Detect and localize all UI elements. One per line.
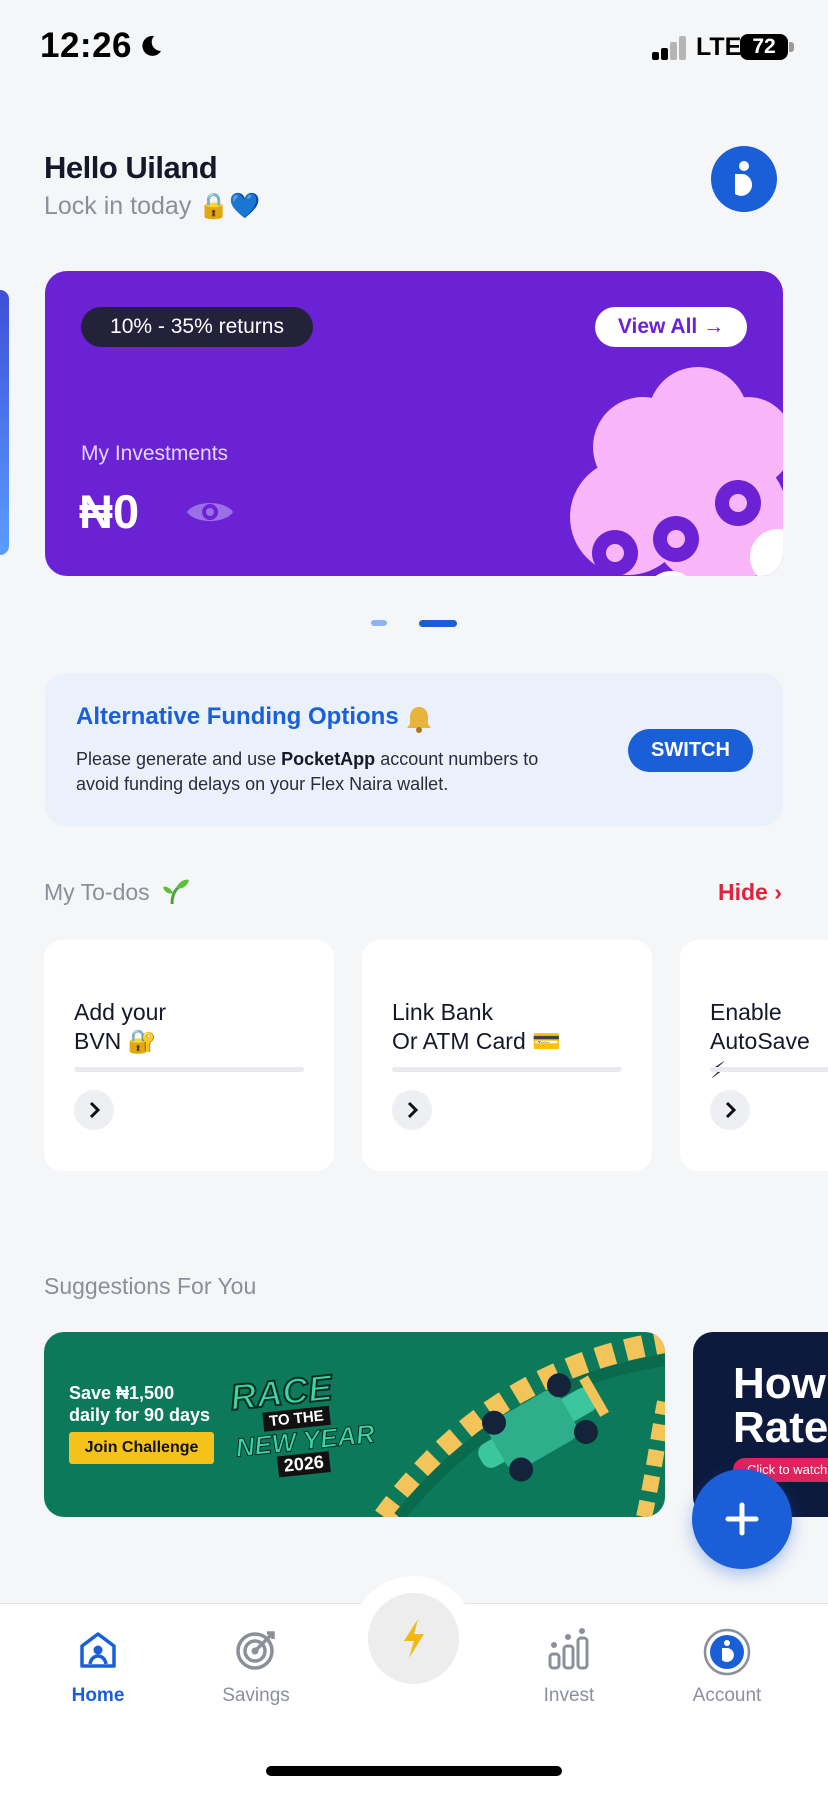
investments-amount: ₦0 [79,485,140,538]
investments-card[interactable]: 10% - 35% returns View All → My Investme… [45,271,783,576]
join-challenge-button[interactable]: Join Challenge [69,1432,214,1464]
sprout-icon [163,879,189,904]
investments-label: My Investments [81,442,229,465]
todo-card-link-bank[interactable]: Link Bank Or ATM Card 💳 [362,940,652,1171]
add-fab-button[interactable] [692,1469,792,1569]
greeting: Hello Uiland [44,150,218,185]
previous-card-peek[interactable] [0,290,9,555]
profile-avatar-button[interactable] [711,146,777,212]
banner-save-text: Save ₦1,500 daily for 90 days [69,1383,211,1425]
funding-options-card: Alternative Funding Options Please gener… [45,673,783,826]
suggestions-title: Suggestions For You [44,1273,257,1299]
funding-description: Please generate and use PocketApp accoun… [76,749,539,794]
quick-action-button[interactable] [368,1593,459,1684]
user-icon [735,161,753,196]
carousel-dot-active[interactable] [419,620,457,627]
bell-icon [407,707,431,733]
todo-label: Add your BVN 🔐 [74,999,167,1054]
race-logo: RACE TO THE NEW YEAR 2026 [227,1365,377,1478]
race-track-illustration [375,1332,665,1517]
target-icon [236,1631,275,1670]
hide-todos-link[interactable]: Hide › [718,879,782,906]
todo-progress [392,1067,622,1072]
signal-icon [652,36,688,60]
chevron-right-icon[interactable] [74,1090,114,1130]
chevron-right-icon[interactable] [392,1090,432,1130]
plus-icon [725,1502,759,1536]
todo-card-autosave[interactable]: Enable AutoSave ⚡ [680,940,828,1171]
nav-savings[interactable]: Savings [196,1628,316,1707]
battery-icon: 72 [740,34,788,60]
view-all-button[interactable]: View All → [595,307,747,347]
carousel-dot[interactable] [371,620,387,626]
pocketapp-brand: PocketApp [281,749,376,769]
home-indicator [266,1766,562,1776]
account-icon [703,1628,751,1676]
moon-icon [142,35,161,56]
eye-icon[interactable] [185,496,235,528]
flower-decoration [570,367,783,576]
todo-progress [74,1067,304,1072]
todo-progress [710,1067,828,1072]
chevron-right-icon[interactable] [710,1090,750,1130]
todo-label: Link Bank Or ATM Card 💳 [392,999,561,1054]
lightning-icon [404,1619,424,1658]
nav-invest[interactable]: Invest [509,1628,629,1707]
returns-badge: 10% - 35% returns [81,307,313,347]
nav-account[interactable]: Account [667,1628,787,1707]
greeting-subtitle: Lock in today 🔒💙 [44,192,261,220]
status-time: 12:26 [40,26,133,65]
todo-card-bvn[interactable]: Add your BVN 🔐 [44,940,334,1171]
switch-button[interactable]: SWITCH [628,729,753,772]
funding-title: Alternative Funding Options [76,703,399,730]
network-label: LTE [696,33,742,61]
todos-title: My To-dos [44,879,150,905]
battery-cap [789,42,794,52]
home-icon [80,1632,116,1668]
rates-banner-text: How Rates [733,1359,828,1452]
invest-icon [548,1628,589,1670]
nav-home[interactable]: Home [38,1628,158,1707]
race-challenge-banner[interactable]: Save ₦1,500 daily for 90 days Join Chall… [44,1332,665,1517]
